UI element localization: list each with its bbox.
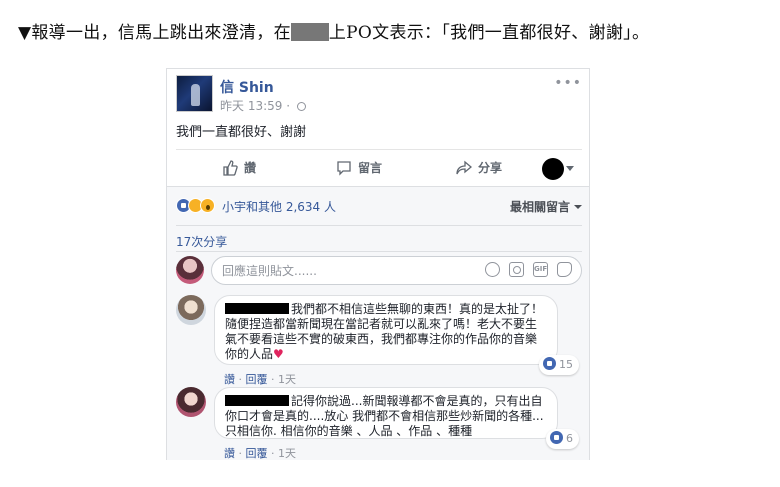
like-count-value: 15: [559, 358, 573, 371]
commenter-avatar[interactable]: [176, 295, 206, 325]
globe-icon: [296, 102, 306, 111]
headline-text-after: 上PO文表示：「我們一直都很好、謝謝」。: [328, 23, 650, 43]
comment-sort-dropdown[interactable]: 最相關留言: [510, 198, 582, 215]
like-icon: [543, 357, 556, 370]
share-label: 分享: [478, 161, 503, 175]
sort-label: 最相關留言: [509, 200, 570, 214]
facebook-post-card: 信 Shin 昨天 13:59 · ••• 我們一直都很好、謝謝 讚 留言 分享: [166, 68, 590, 460]
viewer-avatar: [176, 256, 204, 284]
post-timestamp[interactable]: 昨天 13:59: [220, 99, 282, 113]
comment-bubble-icon: [337, 161, 351, 176]
chevron-down-icon: [574, 205, 582, 209]
shares-count-link[interactable]: 17次分享: [176, 233, 227, 250]
emoji-icon[interactable]: [485, 262, 500, 277]
gif-icon[interactable]: GIF: [533, 262, 548, 277]
divider: [176, 225, 582, 226]
like-button[interactable]: 讚: [222, 150, 256, 186]
article-headline: ▼報導一出，信馬上跳出來澄清，在 上PO文表示：「我們一直都很好、謝謝」。: [18, 18, 649, 43]
like-count-value: 6: [566, 432, 573, 445]
comment-time[interactable]: 1天: [278, 373, 296, 386]
headline-redaction: [290, 23, 329, 41]
comment-input[interactable]: [211, 256, 582, 285]
redacted-commenter-name: [225, 303, 289, 314]
comment-reply-link[interactable]: 回覆: [246, 447, 268, 460]
separator: ·: [271, 447, 275, 460]
commenter-avatar[interactable]: [176, 387, 206, 417]
share-arrow-icon: [456, 160, 473, 175]
separator: ·: [238, 447, 243, 460]
reactions-row: 小宇和其他 2,634 人 最相關留言: [176, 198, 582, 216]
comment-section: 小宇和其他 2,634 人 最相關留言 17次分享 GIF 我們都不相信這些無聊…: [167, 186, 589, 460]
redacted-profile-dot: [542, 158, 564, 180]
divider: [176, 251, 582, 252]
separator: ·: [238, 373, 243, 386]
post-as-selector[interactable]: [542, 157, 576, 180]
post-header: 信 Shin 昨天 13:59 · •••: [176, 75, 582, 115]
chevron-down-icon: [566, 166, 574, 171]
camera-icon[interactable]: [509, 262, 524, 277]
heart-icon: ♥: [273, 347, 284, 361]
meta-separator: ·: [286, 99, 291, 113]
comment-label: 留言: [358, 161, 383, 175]
separator: ·: [271, 373, 275, 386]
comment-actions: 讚 · 回覆 · 1天: [224, 371, 296, 387]
like-label: 讚: [244, 161, 257, 175]
comment-button[interactable]: 留言: [336, 150, 382, 186]
post-action-bar: 讚 留言 分享: [176, 149, 582, 185]
headline-text-before: ▼報導一出，信馬上跳出來澄清，在: [18, 23, 291, 43]
more-options-icon[interactable]: •••: [554, 75, 582, 91]
comment-composer: GIF: [176, 256, 582, 286]
comment-like-link[interactable]: 讚: [224, 373, 235, 386]
comment-like-count[interactable]: 6: [546, 429, 579, 449]
post-meta: 昨天 13:59 ·: [220, 97, 306, 114]
comment-bubble: 我們都不相信這些無聊的東西！真的是太扯了！隨便捏造都當新聞現在當記者就可以亂來了…: [214, 295, 579, 375]
comment-reply-link[interactable]: 回覆: [246, 373, 268, 386]
share-button[interactable]: 分享: [456, 150, 502, 186]
reaction-summary[interactable]: 小宇和其他 2,634 人: [222, 198, 336, 215]
author-avatar[interactable]: [176, 75, 213, 112]
like-icon: [550, 431, 563, 444]
redacted-commenter-name: [225, 395, 289, 406]
comment-bubble: 記得你說過...新聞報導都不會是真的，只有出自你口才會是真的....放心 我們都…: [214, 387, 579, 449]
wow-icon: [200, 198, 215, 213]
comment-like-count[interactable]: 15: [539, 355, 579, 375]
thumbs-up-icon: [223, 160, 238, 176]
author-name[interactable]: 信 Shin: [220, 77, 274, 97]
post-content: 我們一直都很好、謝謝: [176, 125, 307, 140]
comment-like-link[interactable]: 讚: [224, 447, 235, 460]
comment-actions: 讚 · 回覆 · 1天: [224, 445, 296, 461]
comment-time[interactable]: 1天: [278, 447, 296, 460]
